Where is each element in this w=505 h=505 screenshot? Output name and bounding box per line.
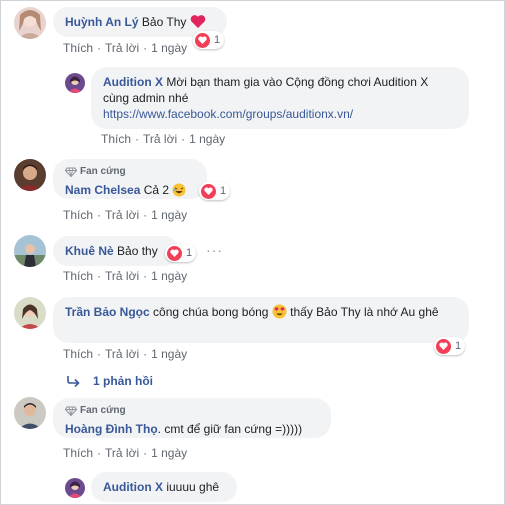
comment-text: Cả 2 [143,183,170,197]
timestamp[interactable]: 1 ngày [151,269,187,283]
commenter-name[interactable]: Audition X [103,75,163,89]
reaction-count[interactable]: 1 [434,337,466,355]
comment-actions: Thích · Trả lời · 1 ngày [63,41,187,55]
laughing-emoji-icon [172,183,186,201]
separator: · [181,132,186,146]
reaction-number: 1 [214,34,221,46]
reaction-number: 1 [220,185,227,197]
comment-text: công chúa bong bóng [153,305,269,319]
love-reaction-icon [167,245,182,261]
avatar[interactable] [65,478,85,498]
reply-link[interactable]: Trả lời [105,208,139,222]
separator: · [97,41,102,55]
comment-text: iuuuu ghê [166,480,220,494]
timestamp[interactable]: 1 ngày [151,208,187,222]
avatar[interactable] [14,7,46,39]
comment-actions: Thích · Trả lời · 1 ngày [63,446,187,460]
comment-text: thấy Bảo Thy là nhớ Au ghê [290,305,439,319]
like-link[interactable]: Thích [101,132,131,146]
more-options-icon[interactable]: ··· [206,242,223,258]
reply-link[interactable]: Trả lời [105,446,139,460]
commenter-name[interactable]: Audition X [103,480,163,494]
commenter-name[interactable]: Khuê Nè [65,244,114,258]
comment-bubble: Audition X Mời bạn tham gia vào Cộng đồn… [91,67,469,129]
separator: · [143,269,148,283]
comment-bubble: Fan cứng Nam Chelsea Cả 2 [53,159,207,199]
reply-arrow-icon [67,375,81,387]
timestamp[interactable]: 1 ngày [151,446,187,460]
separator: · [97,269,102,283]
diamond-icon [65,167,77,177]
reply-link[interactable]: Trả lời [105,41,139,55]
replies-count[interactable]: 1 phản hồi [93,374,153,388]
like-link[interactable]: Thích [63,269,93,283]
avatar[interactable] [14,297,46,329]
comment-bubble: Trần Bảo Ngọc công chúa bong bóng thấy B… [53,297,469,343]
reaction-number: 1 [455,340,462,352]
comment-text: Bảo Thy [141,15,187,29]
like-link[interactable]: Thích [63,41,93,55]
comment-actions: Thích · Trả lời · 1 ngày [63,208,187,222]
separator: · [143,208,148,222]
view-replies-link[interactable]: 1 phản hồi [67,374,153,388]
separator: · [143,41,148,55]
love-reaction-icon [436,338,451,354]
group-link[interactable]: https://www.facebook.com/groups/audition… [103,107,353,121]
separator: · [143,446,148,460]
avatar[interactable] [14,235,46,267]
badge-label: Fan cứng [80,405,126,416]
reaction-count[interactable]: 1 [193,31,225,49]
reaction-count[interactable]: 1 [165,244,197,262]
commenter-name[interactable]: Nam Chelsea [65,183,140,197]
fan-badge: Fan cứng [65,403,319,419]
comment-text: . cmt để giữ fan cứng =))))) [157,422,303,436]
like-link[interactable]: Thích [63,208,93,222]
love-reaction-icon [195,32,210,48]
comment-bubble: Khuê Nè Bảo thy [53,236,179,266]
reply-link[interactable]: Trả lời [105,269,139,283]
separator: · [135,132,140,146]
commenter-name[interactable]: Huỳnh An Lý [65,15,139,29]
fan-badge: Fan cứng [65,164,195,180]
comment-bubble: Fan cứng Hoàng Đình Thọ. cmt để giữ fan … [53,398,331,438]
separator: · [97,208,102,222]
comment-actions: Thích · Trả lời · 1 ngày [63,347,187,361]
reply-link[interactable]: Trả lời [143,132,177,146]
comment-actions: Thích · Trả lời · 1 ngày [101,132,225,146]
badge-label: Fan cứng [80,166,126,177]
commenter-name[interactable]: Hoàng Đình Thọ [65,422,158,436]
reaction-number: 1 [186,247,193,259]
separator: · [97,446,102,460]
commenter-name[interactable]: Trần Bảo Ngọc [65,305,150,319]
like-link[interactable]: Thích [63,347,93,361]
separator: · [143,347,148,361]
heart-eyes-emoji-icon [272,304,287,323]
comment-actions: Thích · Trả lời · 1 ngày [63,269,187,283]
avatar[interactable] [65,73,85,93]
comment-text: Bảo thy [117,244,158,258]
comments-panel: Huỳnh An Lý Bảo Thy 1 Thích · Trả lời · 1 ng… [0,0,505,505]
reply-link[interactable]: Trả lời [105,347,139,361]
timestamp[interactable]: 1 ngày [151,347,187,361]
love-reaction-icon [201,183,216,199]
like-link[interactable]: Thích [63,446,93,460]
timestamp[interactable]: 1 ngày [151,41,187,55]
timestamp[interactable]: 1 ngày [189,132,225,146]
avatar[interactable] [14,397,46,429]
diamond-icon [65,406,77,416]
reaction-count[interactable]: 1 [199,182,231,200]
separator: · [97,347,102,361]
avatar[interactable] [14,159,46,191]
comment-bubble: Audition X iuuuu ghê [91,472,237,502]
